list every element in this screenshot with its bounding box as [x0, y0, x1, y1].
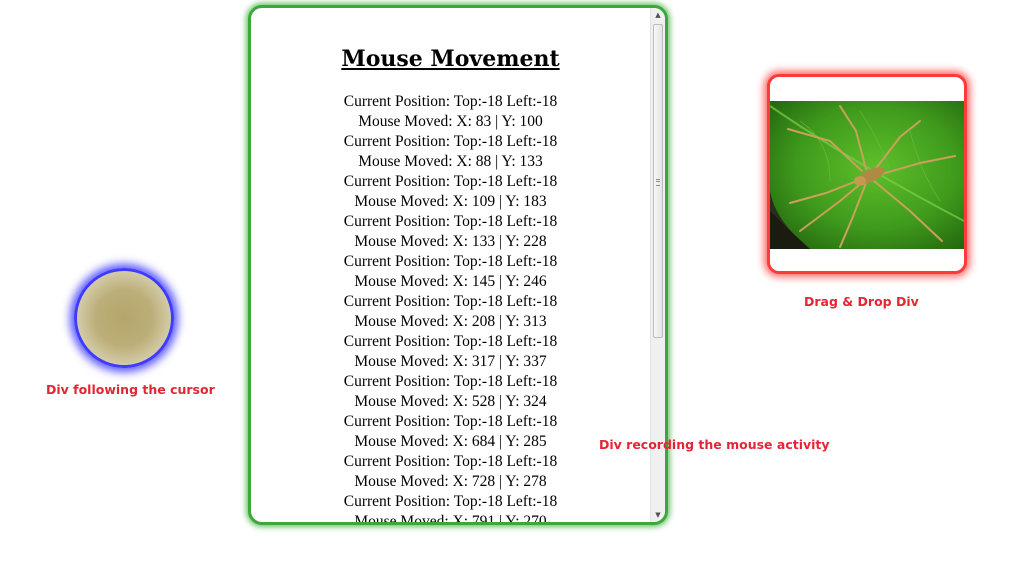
current-position-line: Current Position: Top:-18 Left:-18	[343, 493, 558, 510]
current-position-line: Current Position: Top:-18 Left:-18	[343, 413, 558, 430]
current-position-line: Current Position: Top:-18 Left:-18	[343, 293, 558, 310]
mouse-moved-line: Mouse Moved: X: 791 | Y: 270	[354, 513, 547, 522]
mouse-moved-line: Mouse Moved: X: 728 | Y: 278	[354, 473, 547, 490]
mouse-activity-caption: Div recording the mouse activity	[599, 437, 830, 452]
current-position-line: Current Position: Top:-18 Left:-18	[343, 133, 558, 150]
scrollbar-thumb[interactable]	[653, 24, 663, 338]
spider-photo	[770, 101, 964, 249]
mouse-moved-line: Mouse Moved: X: 528 | Y: 324	[354, 393, 547, 410]
panel-title: Mouse Movement	[341, 46, 560, 72]
current-position-line: Current Position: Top:-18 Left:-18	[343, 253, 558, 270]
cursor-follower-caption: Div following the cursor	[46, 382, 215, 397]
drag-drop-caption: Drag & Drop Div	[804, 294, 919, 309]
drag-drop-div[interactable]	[767, 74, 967, 274]
mouse-moved-line: Mouse Moved: X: 208 | Y: 313	[354, 313, 547, 330]
scrollbar-grip-icon	[656, 179, 660, 186]
current-position-line: Current Position: Top:-18 Left:-18	[343, 333, 558, 350]
mouse-activity-content: Mouse Movement Current Position: Top:-18…	[251, 8, 650, 522]
current-position-line: Current Position: Top:-18 Left:-18	[343, 213, 558, 230]
current-position-line: Current Position: Top:-18 Left:-18	[343, 453, 558, 470]
mouse-moved-line: Mouse Moved: X: 109 | Y: 183	[354, 193, 547, 210]
scroll-up-arrow-icon[interactable]: ▲	[651, 8, 665, 22]
mouse-log-list: Current Position: Top:-18 Left:-18 Mouse …	[251, 92, 650, 522]
mouse-moved-line: Mouse Moved: X: 145 | Y: 246	[354, 273, 547, 290]
mouse-moved-line: Mouse Moved: X: 83 | Y: 100	[358, 113, 543, 130]
cursor-follower-div	[74, 268, 174, 368]
mouse-moved-line: Mouse Moved: X: 133 | Y: 228	[354, 233, 547, 250]
current-position-line: Current Position: Top:-18 Left:-18	[343, 173, 558, 190]
current-position-line: Current Position: Top:-18 Left:-18	[343, 373, 558, 390]
mouse-moved-line: Mouse Moved: X: 684 | Y: 285	[354, 433, 547, 450]
current-position-line: Current Position: Top:-18 Left:-18	[343, 93, 558, 110]
mouse-moved-line: Mouse Moved: X: 88 | Y: 133	[358, 153, 543, 170]
scroll-down-arrow-icon[interactable]: ▼	[651, 508, 665, 522]
mouse-moved-line: Mouse Moved: X: 317 | Y: 337	[354, 353, 547, 370]
